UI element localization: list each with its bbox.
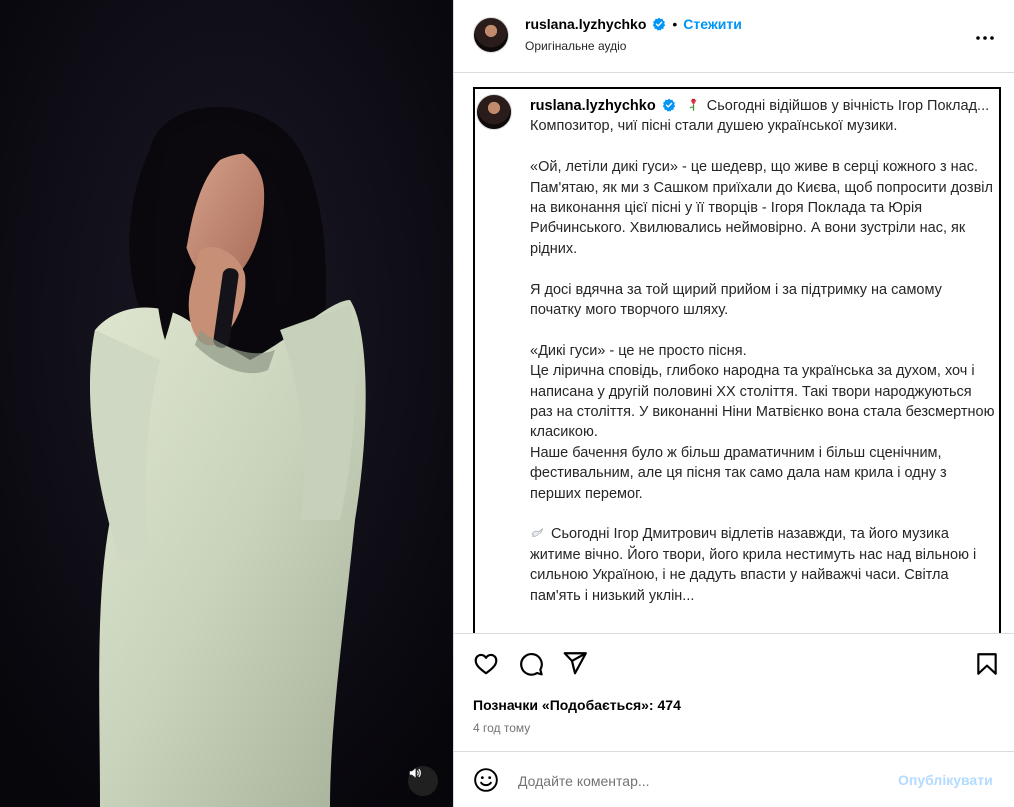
post-header: ruslana.lyzhychko • Стежити Оригінальне … [454,0,1014,73]
post-timestamp[interactable]: 4 год тому [473,721,530,735]
emoji-picker-button[interactable] [473,767,499,793]
caption-line: «Дикі гуси» - це не просто пісня. [530,342,747,359]
publish-button[interactable]: Опублікувати [898,772,993,788]
divider [454,751,1014,752]
send-icon [563,652,587,675]
smiley-icon [474,768,498,792]
separator-dot: • [672,16,678,32]
header-user-row: ruslana.lyzhychko • Стежити [525,15,742,33]
caption-line: Я досі вдячна за той щирий прийом і за п… [530,281,942,319]
like-button[interactable] [473,651,499,677]
bookmark-icon [977,653,997,675]
original-audio-link[interactable]: Оригінальне аудіо [525,39,626,53]
comment-icon [520,653,543,676]
caption-username-link[interactable]: ruslana.lyzhychko [530,98,656,114]
caption-first-line: Сьогодні відійшов у вічність Ігор Поклад… [706,98,990,114]
likes-label: Позначки «Подобається»: [473,697,654,713]
caption-last-line: Сьогодні Ігор Дмитрович відлетів назавжд… [530,526,977,604]
likes-number: 474 [657,697,681,713]
caption-line: «Ой, летіли дикі гуси» - це шедевр, що ж… [530,159,993,257]
post-media[interactable] [0,0,453,807]
flower-emoji-icon [686,97,701,112]
save-button[interactable] [974,651,1000,677]
username-link[interactable]: ruslana.lyzhychko [525,16,646,32]
caption-line: Наше бачення було ж більш драматичним і … [530,444,947,502]
dove-emoji-icon [530,525,545,540]
post-details-panel: ruslana.lyzhychko • Стежити Оригінальне … [453,0,1014,807]
share-button[interactable] [562,650,588,676]
caption-line: Це лірична сповідь, глибоко народна та у… [530,363,995,441]
avatar[interactable] [473,17,509,53]
divider [454,633,1014,634]
caption-line: Композитор, чиї пісні стали душею україн… [530,118,898,135]
comment-input[interactable] [518,769,898,793]
more-options-button[interactable] [973,26,997,50]
mute-toggle-button[interactable] [408,766,438,796]
follow-button[interactable]: Стежити [683,16,742,32]
likes-count[interactable]: Позначки «Подобається»: 474 [473,697,681,713]
caption-box: ruslana.lyzhychko Сьогодні відійшов у ві… [473,87,1001,633]
speaker-icon [409,768,421,778]
caption-last-paragraph: Сьогодні Ігор Дмитрович відлетів назавжд… [530,524,996,606]
caption-avatar[interactable] [476,94,512,130]
video-frame [0,0,453,807]
more-horizontal-icon [976,36,994,40]
caption-text: ruslana.lyzhychko Сьогодні відійшов у ві… [530,96,996,606]
verified-badge-icon [652,17,666,31]
verified-badge-icon [662,98,676,112]
comment-button[interactable] [518,651,544,677]
heart-icon [474,653,498,675]
